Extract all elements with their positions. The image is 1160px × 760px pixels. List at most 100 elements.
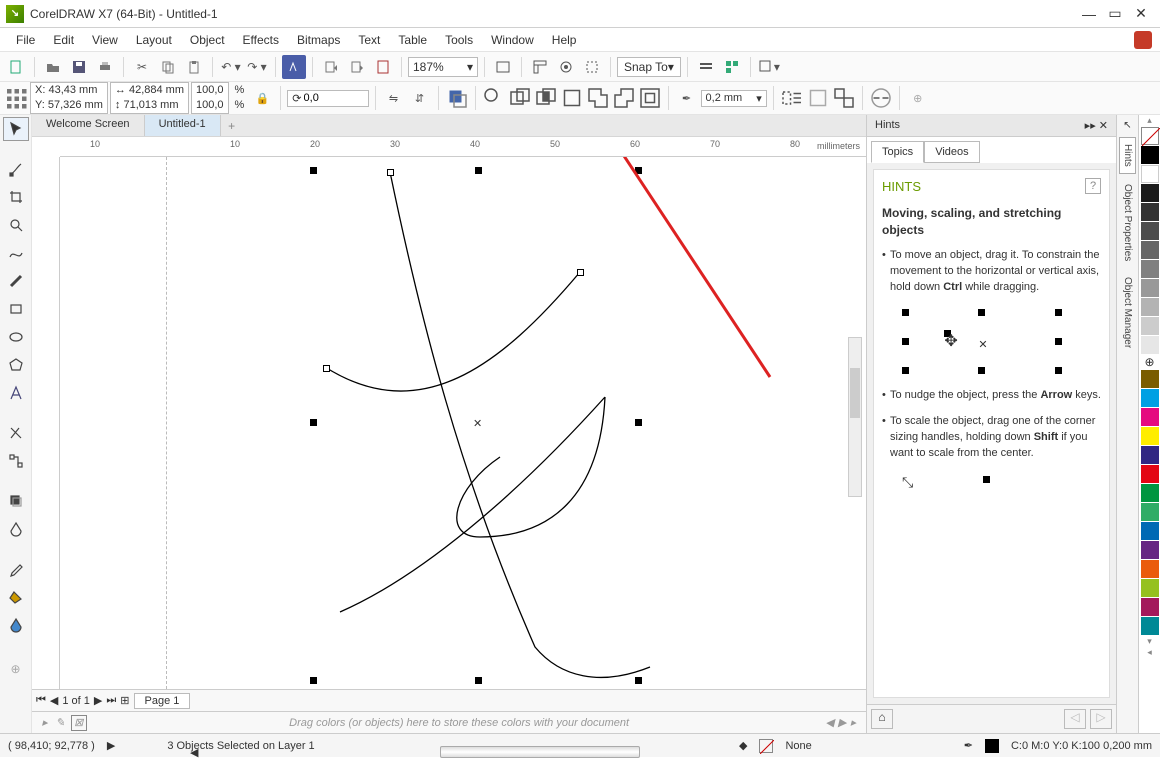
palette-swatch[interactable]	[1141, 617, 1159, 635]
copy-button[interactable]	[156, 55, 180, 79]
export-button[interactable]	[345, 55, 369, 79]
palette-swatch[interactable]	[1141, 541, 1159, 559]
palette-swatch[interactable]	[1141, 146, 1159, 164]
menu-bitmaps[interactable]: Bitmaps	[289, 31, 348, 49]
y-value[interactable]: 57,326 mm	[48, 99, 103, 111]
lock-ratio-button[interactable]: 🔒	[250, 86, 274, 110]
front-minus-back-button[interactable]	[586, 86, 610, 110]
menu-edit[interactable]: Edit	[45, 31, 82, 49]
drawing-canvas[interactable]: ✕	[60, 157, 866, 689]
mirror-v-button[interactable]: ⇵	[408, 86, 432, 110]
boundary-button[interactable]	[638, 86, 662, 110]
hints-forward-button[interactable]: ▷	[1090, 709, 1112, 729]
freehand-tool[interactable]	[3, 241, 29, 265]
menu-file[interactable]: File	[8, 31, 43, 49]
intersect-button[interactable]	[534, 86, 558, 110]
hints-tab-videos[interactable]: Videos	[924, 141, 979, 163]
menu-help[interactable]: Help	[544, 31, 585, 49]
show-grid-button[interactable]	[554, 55, 578, 79]
wrap-text-button[interactable]	[780, 86, 804, 110]
hints-back-button[interactable]: ◁	[1064, 709, 1086, 729]
scale-y-value[interactable]: 100,0	[196, 99, 224, 111]
transparency-tool[interactable]	[3, 517, 29, 541]
tab-untitled[interactable]: Untitled-1	[145, 115, 221, 136]
palette-swatch[interactable]	[1141, 184, 1159, 202]
palette-no-fill[interactable]	[1141, 127, 1159, 145]
palette-swatch[interactable]	[1141, 241, 1159, 259]
search-content-button[interactable]	[282, 55, 306, 79]
menu-tools[interactable]: Tools	[437, 31, 481, 49]
undo-button[interactable]: ↶ ▾	[219, 55, 243, 79]
palette-swatch[interactable]	[1141, 203, 1159, 221]
width-value[interactable]: 42,884 mm	[129, 84, 184, 96]
nav-next[interactable]: ▶	[94, 694, 102, 707]
connector-tool[interactable]	[3, 449, 29, 473]
palette-swatch[interactable]	[1141, 165, 1159, 183]
simplify-button[interactable]	[560, 86, 584, 110]
mirror-h-button[interactable]: ⇋	[382, 86, 406, 110]
palette-swatch[interactable]	[1141, 503, 1159, 521]
palette-scroll-right[interactable]: ▶	[838, 716, 846, 729]
hints-help-icon[interactable]: ?	[1085, 178, 1101, 194]
hints-home-button[interactable]: ⌂	[871, 709, 893, 729]
palette-swatch[interactable]	[1141, 522, 1159, 540]
align-distribute-button[interactable]	[869, 86, 893, 110]
text-tool[interactable]	[3, 381, 29, 405]
palette-down[interactable]: ▾	[1139, 636, 1160, 647]
nav-first[interactable]: ⏮	[36, 694, 46, 707]
hscroll-left[interactable]: ◀	[190, 747, 198, 759]
print-button[interactable]	[93, 55, 117, 79]
eyedropper-tool[interactable]	[3, 557, 29, 581]
side-tab-hints[interactable]: Hints	[1119, 137, 1136, 174]
options-button[interactable]	[694, 55, 718, 79]
palette-swatch[interactable]	[1141, 370, 1159, 388]
palette-swatch[interactable]	[1141, 408, 1159, 426]
new-button[interactable]	[4, 55, 28, 79]
dimension-tool[interactable]	[3, 421, 29, 445]
snap-to-dropdown[interactable]: Snap To ▾	[617, 57, 681, 77]
vertical-ruler[interactable]	[32, 157, 60, 689]
interactive-fill-tool[interactable]	[3, 613, 29, 637]
palette-scroll-left[interactable]: ◀	[826, 716, 834, 729]
side-tab-object-manager[interactable]: Object Manager	[1120, 271, 1135, 354]
zoom-level[interactable]: 187%▾	[408, 57, 478, 77]
palette-swatch[interactable]	[1141, 446, 1159, 464]
palette-swatch[interactable]	[1141, 222, 1159, 240]
menu-table[interactable]: Table	[390, 31, 435, 49]
save-button[interactable]	[67, 55, 91, 79]
fullscreen-preview-button[interactable]	[491, 55, 515, 79]
palette-menu[interactable]: ▸	[850, 716, 856, 729]
palette-up[interactable]: ▴	[1139, 115, 1160, 126]
height-value[interactable]: 71,013 mm	[123, 99, 178, 111]
publish-pdf-button[interactable]	[371, 55, 395, 79]
horizontal-scrollbar[interactable]	[440, 746, 640, 758]
shape-tool[interactable]	[3, 157, 29, 181]
polygon-tool[interactable]	[3, 353, 29, 377]
menu-effects[interactable]: Effects	[235, 31, 287, 49]
quick-customize-button[interactable]: ⊕	[3, 657, 29, 681]
side-tab-object-properties[interactable]: Object Properties	[1120, 178, 1135, 267]
hints-tab-topics[interactable]: Topics	[871, 141, 924, 163]
convert-curves-button[interactable]: ⊕	[906, 86, 930, 110]
palette-swatch[interactable]	[1141, 579, 1159, 597]
menu-view[interactable]: View	[84, 31, 126, 49]
crop-tool[interactable]	[3, 185, 29, 209]
tab-welcome[interactable]: Welcome Screen	[32, 115, 145, 136]
scale-x-value[interactable]: 100,0	[196, 84, 224, 96]
palette-swatch[interactable]	[1141, 465, 1159, 483]
pick-tool[interactable]	[3, 117, 29, 141]
x-value[interactable]: 43,43 mm	[48, 84, 97, 96]
palette-swatch[interactable]	[1141, 427, 1159, 445]
account-icon[interactable]	[1134, 31, 1152, 49]
palette-swatch[interactable]	[1141, 298, 1159, 316]
palette-flyout[interactable]: ◂	[1139, 647, 1160, 658]
rotation-value[interactable]	[304, 92, 364, 104]
fill-tool[interactable]	[3, 585, 29, 609]
close-button[interactable]: ✕	[1128, 4, 1154, 24]
menu-object[interactable]: Object	[182, 31, 233, 49]
import-button[interactable]	[319, 55, 343, 79]
drop-shadow-tool[interactable]	[3, 489, 29, 513]
combine-button[interactable]	[806, 86, 830, 110]
paste-button[interactable]	[182, 55, 206, 79]
trim-button[interactable]	[508, 86, 532, 110]
